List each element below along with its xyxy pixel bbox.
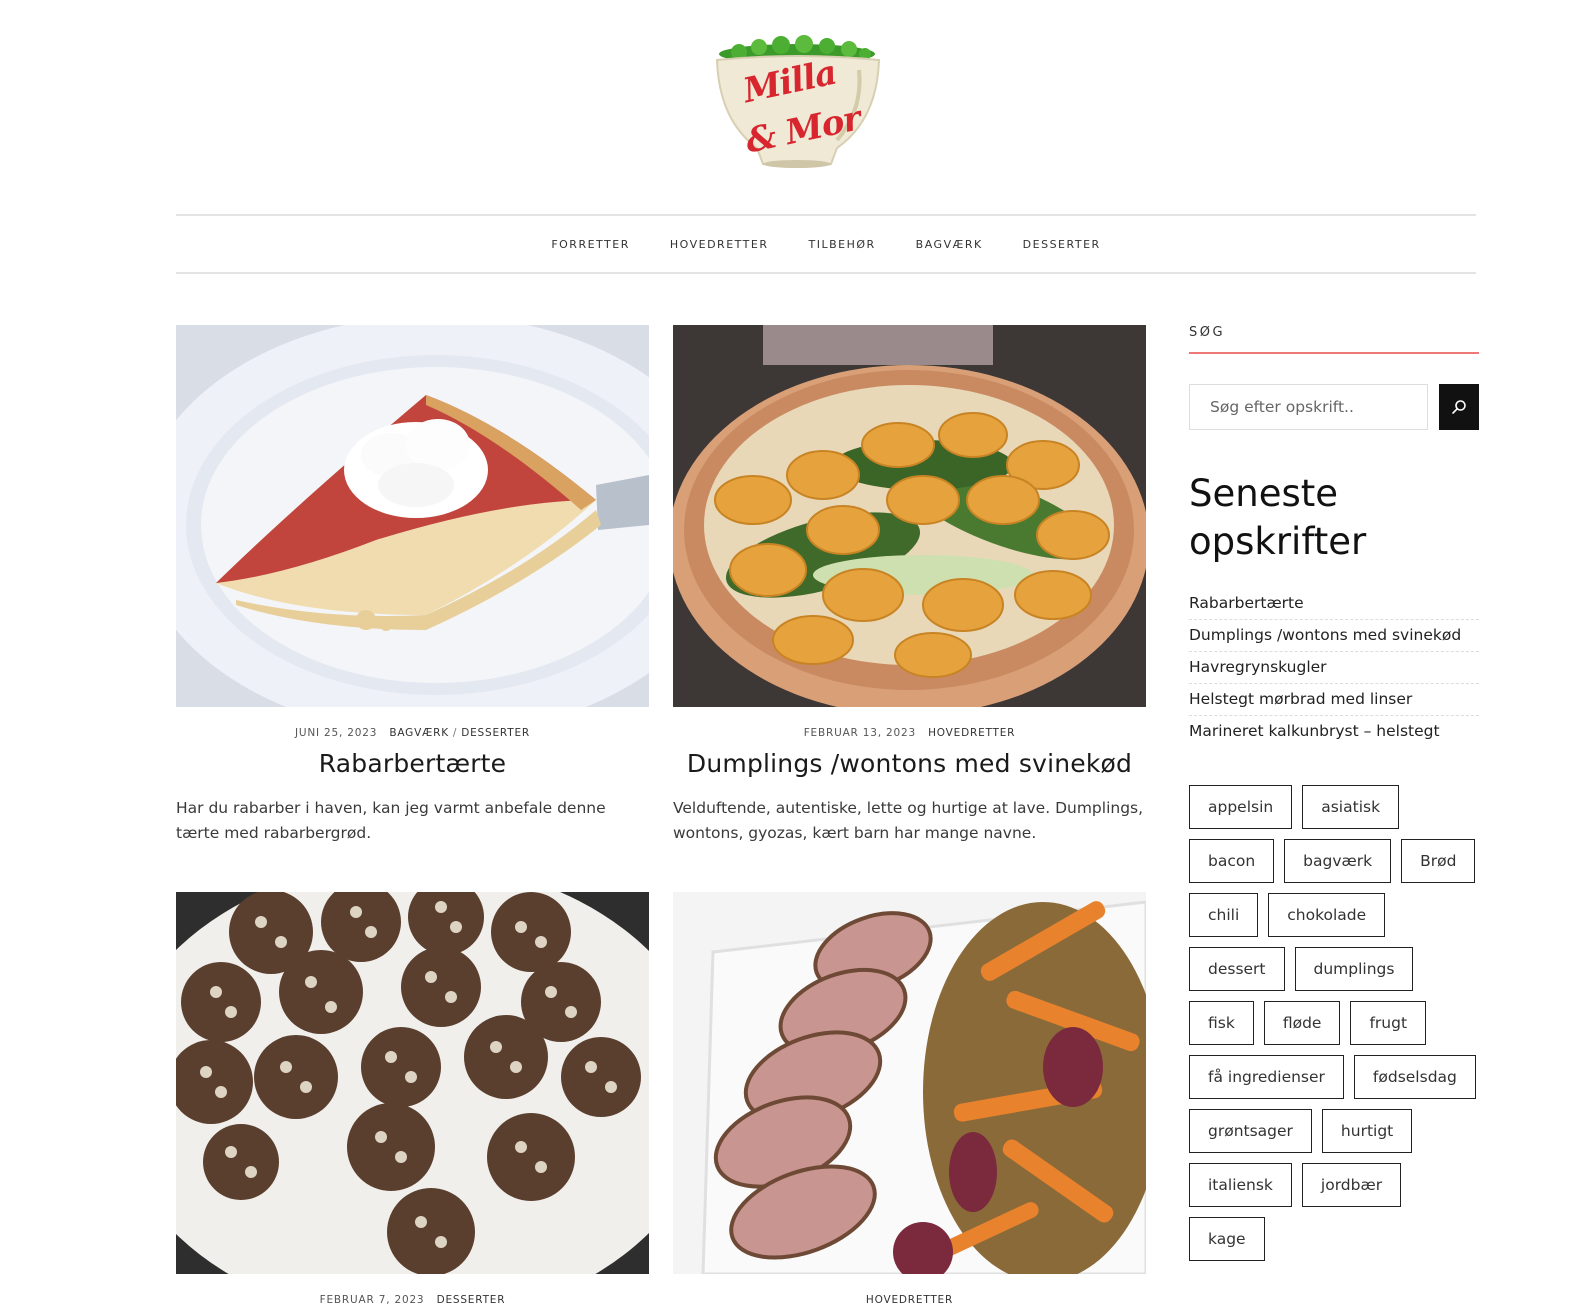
search-widget-title: SØG xyxy=(1189,325,1479,354)
recent-posts-title: Seneste opskrifter xyxy=(1189,472,1367,563)
post-excerpt: Velduftende, autentiske, lette og hurtig… xyxy=(673,799,1144,842)
search-icon xyxy=(1452,400,1466,414)
tag-link[interactable]: Brød xyxy=(1401,839,1476,883)
nav-item-bagvaerk[interactable]: BAGVÆRK xyxy=(916,238,983,251)
site-logo[interactable]: Milla & Mor xyxy=(709,30,885,168)
recent-post-link[interactable]: Helstegt mørbrad med linser xyxy=(1189,684,1479,716)
site-header: Milla & Mor xyxy=(0,30,1594,180)
nav-item-desserter[interactable]: DESSERTER xyxy=(1023,238,1101,251)
post-category-link[interactable]: DESSERTER xyxy=(461,727,530,739)
search-button[interactable] xyxy=(1439,384,1479,430)
tag-link[interactable]: fødselsdag xyxy=(1353,1055,1476,1099)
post-card: FEBRUAR 7, 2023 DESSERTER xyxy=(176,892,649,1306)
nav-item-hovedretter[interactable]: HOVEDRETTER xyxy=(670,238,769,251)
nav-item-forretter[interactable]: FORRETTER xyxy=(551,238,630,251)
post-image-rhubarb-tart[interactable] xyxy=(176,325,649,707)
post-meta: JUNI 25, 2023 BAGVÆRK / DESSERTER xyxy=(176,727,649,739)
tag-link[interactable]: italiensk xyxy=(1189,1163,1292,1207)
tag-link[interactable]: få ingredienser xyxy=(1189,1055,1344,1099)
tag-link[interactable]: bacon xyxy=(1189,839,1275,883)
recent-posts-list: Rabarbertærte Dumplings /wontons med svi… xyxy=(1189,588,1479,747)
tag-link[interactable]: dumplings xyxy=(1294,947,1414,991)
main-navigation: FORRETTER HOVEDRETTER TILBEHØR BAGVÆRK D… xyxy=(176,214,1476,274)
nav-item-tilbehor[interactable]: TILBEHØR xyxy=(809,238,876,251)
tag-link[interactable]: chili xyxy=(1189,893,1259,937)
post-category-link[interactable]: DESSERTER xyxy=(437,1294,506,1306)
post-category-link[interactable]: BAGVÆRK xyxy=(389,727,449,739)
post-date: FEBRUAR 13, 2023 xyxy=(803,727,916,739)
tag-link[interactable]: kage xyxy=(1189,1217,1265,1261)
recent-post-link[interactable]: Marineret kalkunbryst – helstegt xyxy=(1189,716,1479,747)
tag-link[interactable]: grøntsager xyxy=(1189,1109,1312,1153)
tag-link[interactable]: hurtigt xyxy=(1321,1109,1413,1153)
tag-link[interactable]: fisk xyxy=(1189,1001,1254,1045)
tag-link[interactable]: frugt xyxy=(1350,1001,1427,1045)
recent-post-link[interactable]: Rabarbertærte xyxy=(1189,588,1479,620)
post-meta: HOVEDRETTER xyxy=(673,1294,1146,1306)
post-card: FEBRUAR 13, 2023 HOVEDRETTER Dumplings /… xyxy=(673,325,1146,846)
post-category-link[interactable]: HOVEDRETTER xyxy=(866,1294,953,1306)
post-title[interactable]: Rabarbertærte xyxy=(176,749,649,778)
post-date: JUNI 25, 2023 xyxy=(294,727,378,739)
tag-link[interactable]: dessert xyxy=(1189,947,1285,991)
post-category-link[interactable]: HOVEDRETTER xyxy=(928,727,1015,739)
post-meta: FEBRUAR 7, 2023 DESSERTER xyxy=(176,1294,649,1306)
recent-post-link[interactable]: Dumplings /wontons med svinekød xyxy=(1189,620,1479,652)
tag-link[interactable]: chokolade xyxy=(1268,893,1386,937)
sidebar: SØG Seneste opskrifter Rabarbertærte Dum… xyxy=(1189,325,1479,1261)
post-date: FEBRUAR 7, 2023 xyxy=(319,1294,425,1306)
recent-post-link[interactable]: Havregrynskugler xyxy=(1189,652,1479,684)
tag-cloud: appelsin asiatisk bacon bagværk Brød chi… xyxy=(1189,785,1479,1261)
search-input[interactable] xyxy=(1189,384,1428,430)
tag-link[interactable]: appelsin xyxy=(1189,785,1293,829)
search-form xyxy=(1189,384,1479,430)
post-image-pork-tenderloin[interactable] xyxy=(673,892,1146,1274)
post-image-dumplings[interactable] xyxy=(673,325,1146,707)
tag-link[interactable]: bagværk xyxy=(1284,839,1392,883)
post-excerpt: Har du rabarber i haven, kan jeg varmt a… xyxy=(176,799,606,842)
post-title[interactable]: Dumplings /wontons med svinekød xyxy=(673,749,1146,778)
tag-link[interactable]: jordbær xyxy=(1301,1163,1402,1207)
post-image-oat-balls[interactable] xyxy=(176,892,649,1274)
post-meta: FEBRUAR 13, 2023 HOVEDRETTER xyxy=(673,727,1146,739)
category-separator: / xyxy=(452,727,458,739)
post-card: HOVEDRETTER xyxy=(673,892,1146,1306)
tag-link[interactable]: asiatisk xyxy=(1302,785,1400,829)
tag-link[interactable]: fløde xyxy=(1263,1001,1341,1045)
post-card: JUNI 25, 2023 BAGVÆRK / DESSERTER Rabarber… xyxy=(176,325,649,846)
